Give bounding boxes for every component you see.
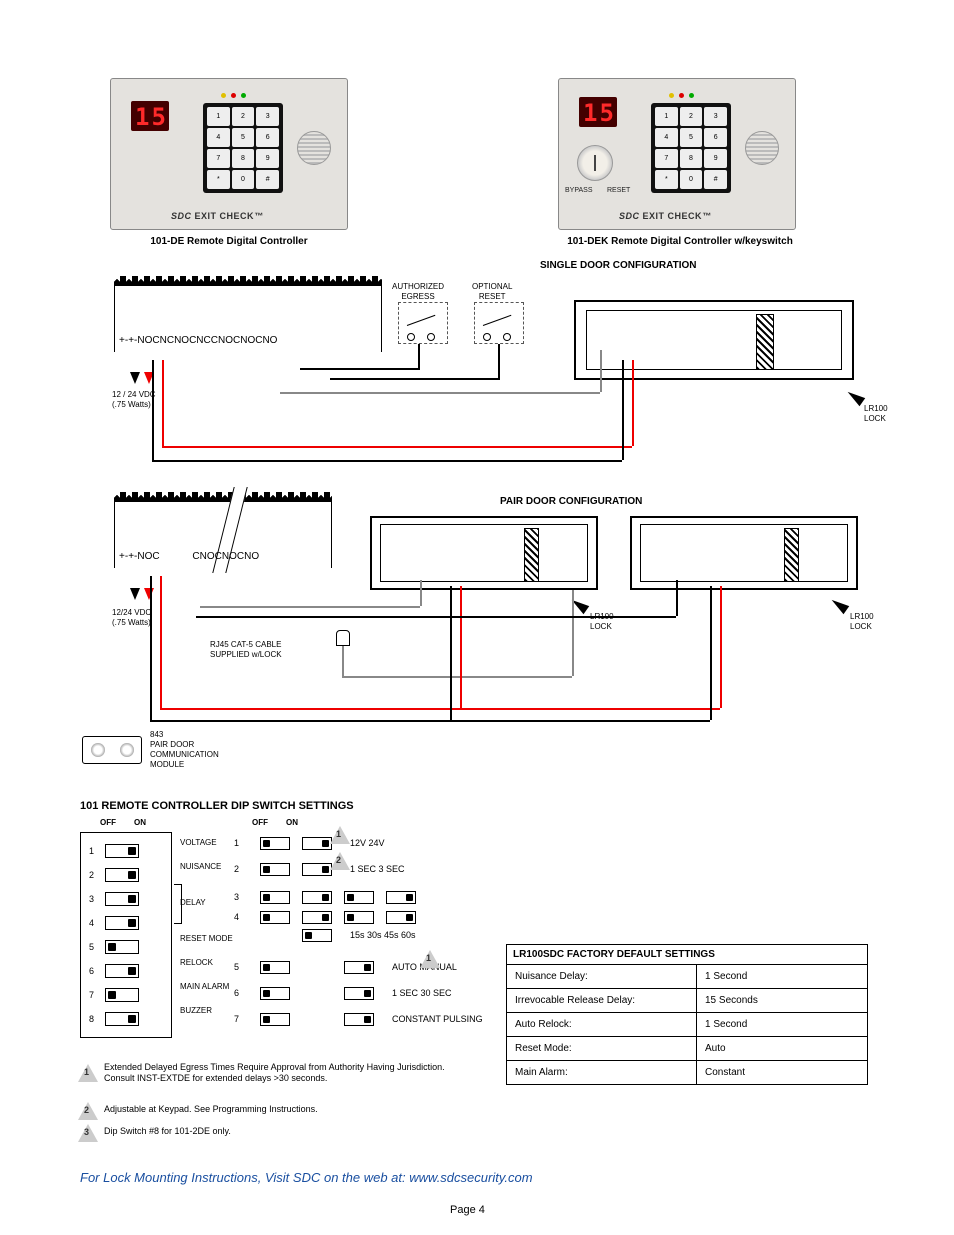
- dip-row-label: DELAY: [180, 898, 206, 908]
- authorized-egress-label: AUTHORIZED EGRESS: [392, 282, 444, 302]
- single-door-caption: SINGLE DOOR CONFIGURATION: [540, 260, 696, 273]
- panel-101-de-caption: 101-DE Remote Digital Controller: [110, 236, 348, 249]
- controller-board-2: PWR LOCK RED R TRIG REX RESET +-+-NOC CN…: [114, 492, 332, 568]
- page-footer: Page 4: [450, 1204, 485, 1218]
- status-leds: [221, 93, 246, 98]
- seven-segment-display: 15: [131, 101, 169, 131]
- power-arrow-icon: [130, 372, 140, 384]
- dip-row-label: VOLTAGE: [180, 838, 217, 848]
- note-triangle-icon: 1: [420, 950, 440, 968]
- bracket-icon: [174, 884, 182, 924]
- keypad[interactable]: 123456789*0#: [651, 103, 731, 193]
- keyswitch-bypass-label: BYPASS: [565, 187, 593, 194]
- dip-header-offon: OFFON: [100, 818, 146, 827]
- dip-row-label: MAIN ALARM: [180, 982, 229, 992]
- speaker-icon: [297, 131, 331, 165]
- status-leds: [669, 93, 694, 98]
- lock-label: LR100 LOCK: [850, 612, 874, 632]
- lock-label: LR100 LOCK: [864, 404, 888, 424]
- power-arrow-icon: [130, 588, 140, 600]
- lock-pointer-icon: [845, 388, 865, 407]
- rj45-icon: [336, 630, 350, 646]
- lr100-lock-unit: [574, 300, 854, 380]
- brand-label: SDC EXIT CHECK™: [171, 211, 264, 221]
- pair-door-caption: PAIR DOOR CONFIGURATION: [500, 496, 642, 509]
- dip-row-label: BUZZER: [180, 1006, 212, 1016]
- keyswitch-icon[interactable]: [577, 145, 613, 181]
- authorized-egress-switch: [398, 302, 448, 344]
- cfg-row-6: 6 1 SEC 30 SEC: [234, 984, 452, 1002]
- keypad[interactable]: 123456789*0#: [203, 103, 283, 193]
- terminal-group-labels: PWR LOCK RED ONLY GRN ONLY TRIG REX RESE…: [115, 277, 381, 288]
- speaker-icon: [745, 131, 779, 165]
- pair-door-module-icon: [82, 736, 142, 764]
- web-note: For Lock Mounting Instructions, Visit SD…: [80, 1170, 880, 1186]
- panel-101-dek: 15 123456789*0# BYPASS RESET SDC EXIT CH…: [558, 78, 796, 230]
- note-triangle-icon: 2: [78, 1102, 98, 1120]
- dip-header-offon-2: OFFON: [252, 818, 298, 827]
- dip-row-label: RESET MODE: [180, 934, 233, 944]
- optional-reset-label: OPTIONAL RESET: [472, 282, 512, 302]
- power-note: 12 / 24 VDC (.75 Watts): [112, 390, 156, 410]
- controller-board-1: PWR LOCK RED ONLY GRN ONLY TRIG REX RESE…: [114, 276, 382, 352]
- table-title: LR100SDC FACTORY DEFAULT SETTINGS: [507, 945, 867, 965]
- note-2: Adjustable at Keypad. See Programming In…: [104, 1104, 524, 1115]
- note-3: Dip Switch #8 for 101-2DE only.: [104, 1126, 524, 1137]
- cfg-row-2: 2 1 SEC 3 SEC: [234, 860, 405, 878]
- lock-label: LR100 LOCK: [590, 612, 614, 632]
- panel-101-dek-caption: 101-DEK Remote Digital Controller w/keys…: [530, 236, 830, 249]
- dip-row-label: RELOCK: [180, 958, 213, 968]
- note-1: Extended Delayed Egress Times Require Ap…: [104, 1062, 524, 1085]
- seven-segment-display: 15: [579, 97, 617, 127]
- rj45-note: RJ45 CAT-5 CABLE SUPPLIED w/LOCK: [210, 640, 282, 660]
- power-note: 12/24 VDC (.75 Watts): [112, 608, 151, 628]
- note-triangle-icon: 3: [78, 1124, 98, 1142]
- cfg-row-3b: 4: [234, 908, 416, 926]
- dip-switch-block: 1 2 3 4 5 6 7 8: [80, 832, 172, 1038]
- brand-label: SDC EXIT CHECK™: [619, 211, 712, 221]
- note-triangle-icon: 1: [330, 826, 350, 844]
- note-triangle-icon: 1: [78, 1064, 98, 1082]
- pair-door-module-label: 843 PAIR DOOR COMMUNICATION MODULE: [150, 730, 219, 770]
- lr100-lock-unit: [370, 516, 598, 590]
- cfg-row-7: 7 CONSTANT PULSING: [234, 1010, 483, 1028]
- dip-row-label: NUISANCE: [180, 862, 221, 872]
- cfg-row-3c: 15s 30s 45s 60s: [234, 926, 416, 944]
- default-settings-table: LR100SDC FACTORY DEFAULT SETTINGS Nuisan…: [506, 944, 868, 1085]
- panel-101-de: 15 123456789*0# SDC EXIT CHECK™: [110, 78, 348, 230]
- keyswitch-reset-label: RESET: [607, 187, 630, 194]
- note-triangle-icon: 2: [330, 852, 350, 870]
- lr100-lock-unit: [630, 516, 858, 590]
- lock-pointer-icon: [829, 596, 849, 615]
- cfg-row-1: 1 12V 24V: [234, 834, 385, 852]
- power-arrow-icon: [144, 588, 154, 600]
- cfg-row-3a: 3: [234, 888, 416, 906]
- dip-title: 101 REMOTE CONTROLLER DIP SWITCH SETTING…: [80, 800, 354, 814]
- optional-reset-switch: [474, 302, 524, 344]
